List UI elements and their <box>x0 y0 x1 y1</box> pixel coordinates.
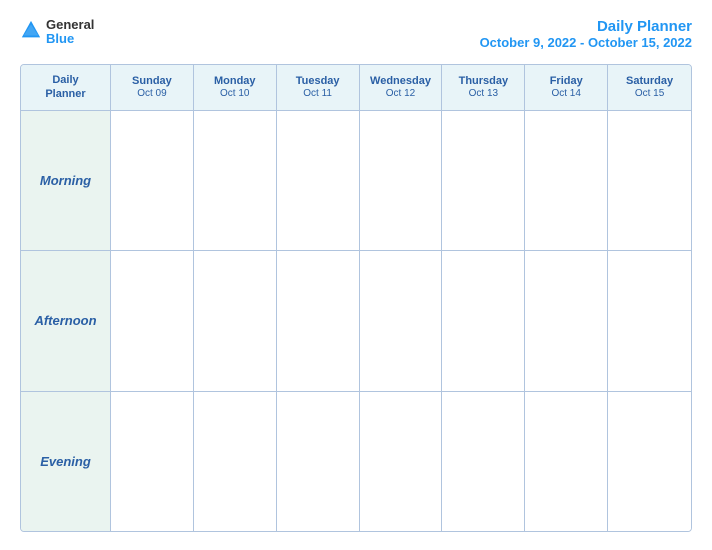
planner-title: Daily Planner <box>480 18 692 35</box>
afternoon-wed-cell[interactable] <box>360 251 443 390</box>
morning-fri-cell[interactable] <box>525 111 608 250</box>
header-fri: Friday Oct 14 <box>525 65 608 110</box>
header-daily: Daily <box>52 73 78 87</box>
morning-thu-cell[interactable] <box>442 111 525 250</box>
friday-label: Friday <box>550 75 583 88</box>
afternoon-tue-cell[interactable] <box>277 251 360 390</box>
tuesday-label: Tuesday <box>296 75 340 88</box>
evening-fri-cell[interactable] <box>525 392 608 531</box>
tuesday-date: Oct 11 <box>303 88 332 100</box>
wednesday-date: Oct 12 <box>386 88 415 100</box>
sunday-date: Oct 09 <box>137 88 166 100</box>
morning-mon-cell[interactable] <box>194 111 277 250</box>
header-mon: Monday Oct 10 <box>194 65 277 110</box>
title-block: Daily Planner October 9, 2022 - October … <box>480 18 692 50</box>
planner-subtitle: October 9, 2022 - October 15, 2022 <box>480 35 692 50</box>
header-sat: Saturday Oct 15 <box>608 65 691 110</box>
thursday-label: Thursday <box>459 75 509 88</box>
saturday-label: Saturday <box>626 75 673 88</box>
evening-label: Evening <box>21 392 111 531</box>
saturday-date: Oct 15 <box>635 88 664 100</box>
morning-label: Morning <box>21 111 111 250</box>
header-label-cell: Daily Planner <box>21 65 111 110</box>
calendar: Daily Planner Sunday Oct 09 Monday Oct 1… <box>20 64 692 532</box>
evening-wed-cell[interactable] <box>360 392 443 531</box>
morning-wed-cell[interactable] <box>360 111 443 250</box>
evening-sun-cell[interactable] <box>111 392 194 531</box>
logo: General Blue <box>20 18 94 47</box>
logo-icon <box>20 19 42 41</box>
morning-row: Morning <box>21 111 691 251</box>
calendar-header-row: Daily Planner Sunday Oct 09 Monday Oct 1… <box>21 65 691 111</box>
header-thu: Thursday Oct 13 <box>442 65 525 110</box>
monday-label: Monday <box>214 75 256 88</box>
evening-mon-cell[interactable] <box>194 392 277 531</box>
thursday-date: Oct 13 <box>469 88 498 100</box>
evening-thu-cell[interactable] <box>442 392 525 531</box>
logo-blue-text: Blue <box>46 32 94 46</box>
afternoon-sun-cell[interactable] <box>111 251 194 390</box>
evening-row: Evening <box>21 392 691 531</box>
sunday-label: Sunday <box>132 75 172 88</box>
afternoon-row: Afternoon <box>21 251 691 391</box>
header-planner: Planner <box>45 87 85 101</box>
morning-sat-cell[interactable] <box>608 111 691 250</box>
morning-sun-cell[interactable] <box>111 111 194 250</box>
friday-date: Oct 14 <box>551 88 580 100</box>
header-tue: Tuesday Oct 11 <box>277 65 360 110</box>
afternoon-mon-cell[interactable] <box>194 251 277 390</box>
header-sun: Sunday Oct 09 <box>111 65 194 110</box>
logo-general-text: General <box>46 18 94 32</box>
morning-tue-cell[interactable] <box>277 111 360 250</box>
calendar-body: Morning Afternoon <box>21 111 691 531</box>
afternoon-thu-cell[interactable] <box>442 251 525 390</box>
afternoon-sat-cell[interactable] <box>608 251 691 390</box>
afternoon-fri-cell[interactable] <box>525 251 608 390</box>
evening-tue-cell[interactable] <box>277 392 360 531</box>
evening-sat-cell[interactable] <box>608 392 691 531</box>
header: General Blue Daily Planner October 9, 20… <box>20 18 692 50</box>
header-wed: Wednesday Oct 12 <box>360 65 443 110</box>
monday-date: Oct 10 <box>220 88 249 100</box>
afternoon-label: Afternoon <box>21 251 111 390</box>
page: General Blue Daily Planner October 9, 20… <box>0 0 712 550</box>
wednesday-label: Wednesday <box>370 75 431 88</box>
